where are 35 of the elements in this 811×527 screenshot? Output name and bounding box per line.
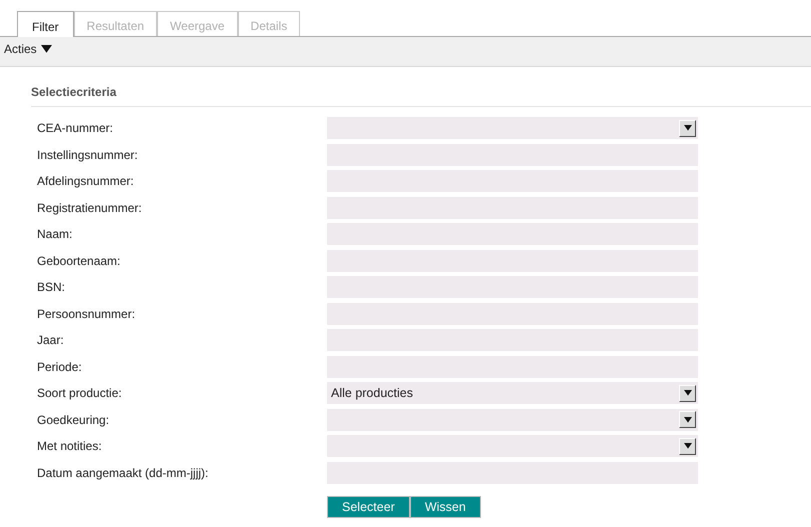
dropdown-button[interactable] <box>679 438 696 455</box>
tab[interactable]: Weergave <box>157 11 238 36</box>
tab[interactable]: Details <box>238 11 300 36</box>
field-label: Goedkeuring: <box>37 412 110 427</box>
dropdown-button[interactable] <box>679 384 696 402</box>
dropdown-field[interactable]: Alle producties <box>327 382 698 404</box>
field-label: Periode: <box>37 360 82 374</box>
dropdown-field[interactable] <box>327 435 698 458</box>
caret-icon <box>684 125 692 132</box>
field-label: Soort productie: <box>37 386 122 400</box>
field-label: Persoonsnummer: <box>37 306 136 321</box>
tab[interactable]: Resultaten <box>74 11 158 36</box>
dropdown-field[interactable] <box>327 117 698 140</box>
caret-icon <box>684 443 692 450</box>
dropdown-button[interactable] <box>679 411 696 428</box>
caret-icon <box>684 390 692 396</box>
field-label: BSN: <box>37 280 66 294</box>
field-label: Geboortenaam: <box>37 254 120 268</box>
caret-icon <box>40 45 52 53</box>
action-button[interactable]: Wissen <box>410 496 481 518</box>
actions-menu[interactable]: Acties <box>4 40 52 58</box>
action-button[interactable]: Selecteer <box>327 496 410 518</box>
field-label: Instellingsnummer: <box>37 148 138 162</box>
dropdown-button[interactable] <box>679 120 696 137</box>
dropdown-field[interactable] <box>327 408 698 431</box>
field-label: Naam: <box>37 227 72 242</box>
field-label: Afdelingsnummer: <box>37 174 134 188</box>
field-label: CEA-nummer: <box>37 121 114 136</box>
caret-icon <box>684 416 692 423</box>
field-label: Jaar: <box>37 333 64 348</box>
field-label: Datum aangemaakt (dd-mm-jjjj): <box>37 466 208 480</box>
field-label: Met notities: <box>37 439 102 454</box>
section-title: Selectiecriteria <box>31 85 116 99</box>
field-label: Registratienummer: <box>37 200 142 215</box>
tab[interactable]: Filter <box>17 11 74 37</box>
